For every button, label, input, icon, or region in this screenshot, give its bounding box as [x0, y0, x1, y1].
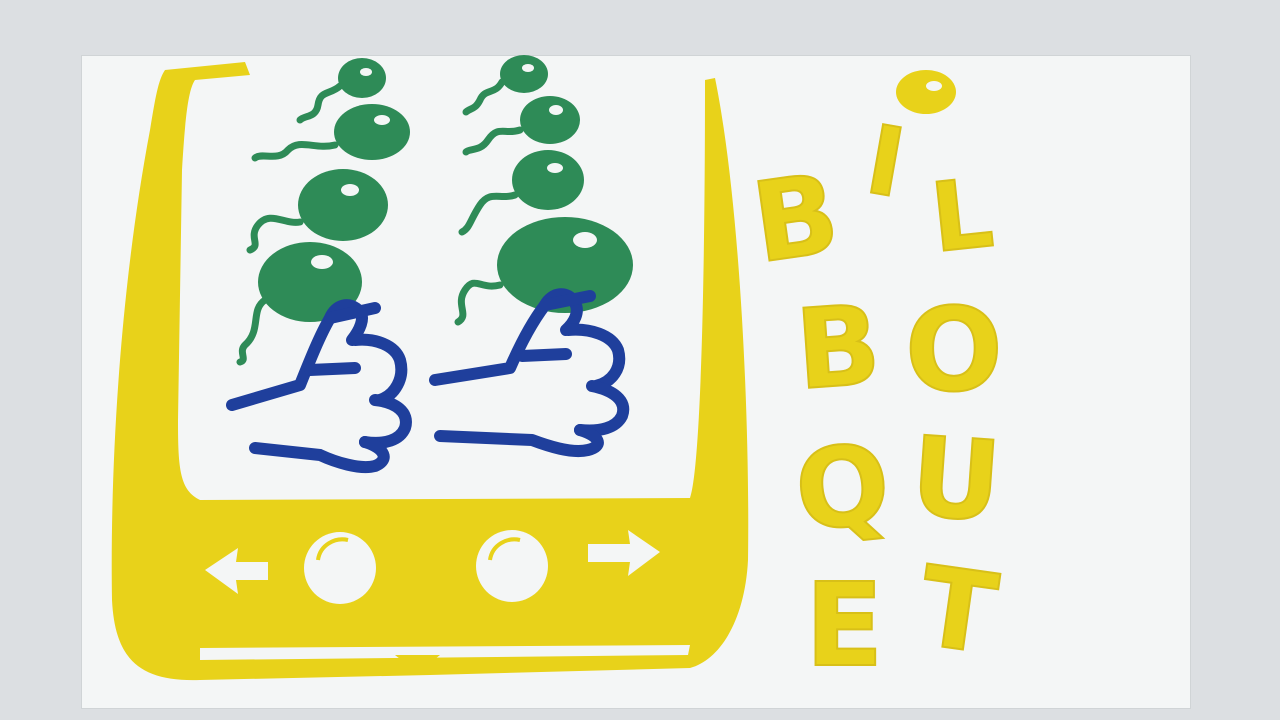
title-letter-t: T: [912, 542, 1004, 679]
title-letter-u: U: [907, 412, 1005, 546]
ball-string: [251, 140, 339, 162]
ball-string: [454, 279, 504, 326]
title-letter-o: O: [905, 284, 1003, 418]
ball-column-right: [454, 55, 633, 326]
green-ball: [512, 150, 584, 210]
ball-string: [296, 82, 344, 124]
title-letter-l: L: [926, 159, 998, 275]
green-ball: [338, 58, 386, 98]
hand-left: [226, 299, 412, 473]
letter-i-dot-shine: [926, 81, 942, 91]
title-letter-b2: B: [792, 281, 885, 415]
green-ball: [520, 96, 580, 144]
phone-device: [111, 62, 749, 681]
title-letter-i: I: [858, 105, 912, 219]
poster-scene: B I L B O Q U E T: [0, 0, 1280, 720]
poster-illustration: B I L B O Q U E T: [111, 55, 1006, 694]
round-button-left: [304, 532, 376, 604]
ball-string: [236, 296, 269, 366]
title-letter-q: Q: [789, 419, 895, 556]
title-letter-e: E: [805, 559, 884, 693]
ball-string: [462, 78, 506, 116]
green-ball: [500, 55, 548, 93]
green-ball: [334, 104, 410, 160]
ball-string: [458, 191, 519, 236]
ball-string: [462, 126, 524, 156]
title-letter-b1: B: [745, 149, 846, 287]
letter-i-dot: [896, 70, 956, 114]
green-ball: [298, 169, 388, 241]
title-letters: B I L B O Q U E T: [744, 104, 1006, 694]
